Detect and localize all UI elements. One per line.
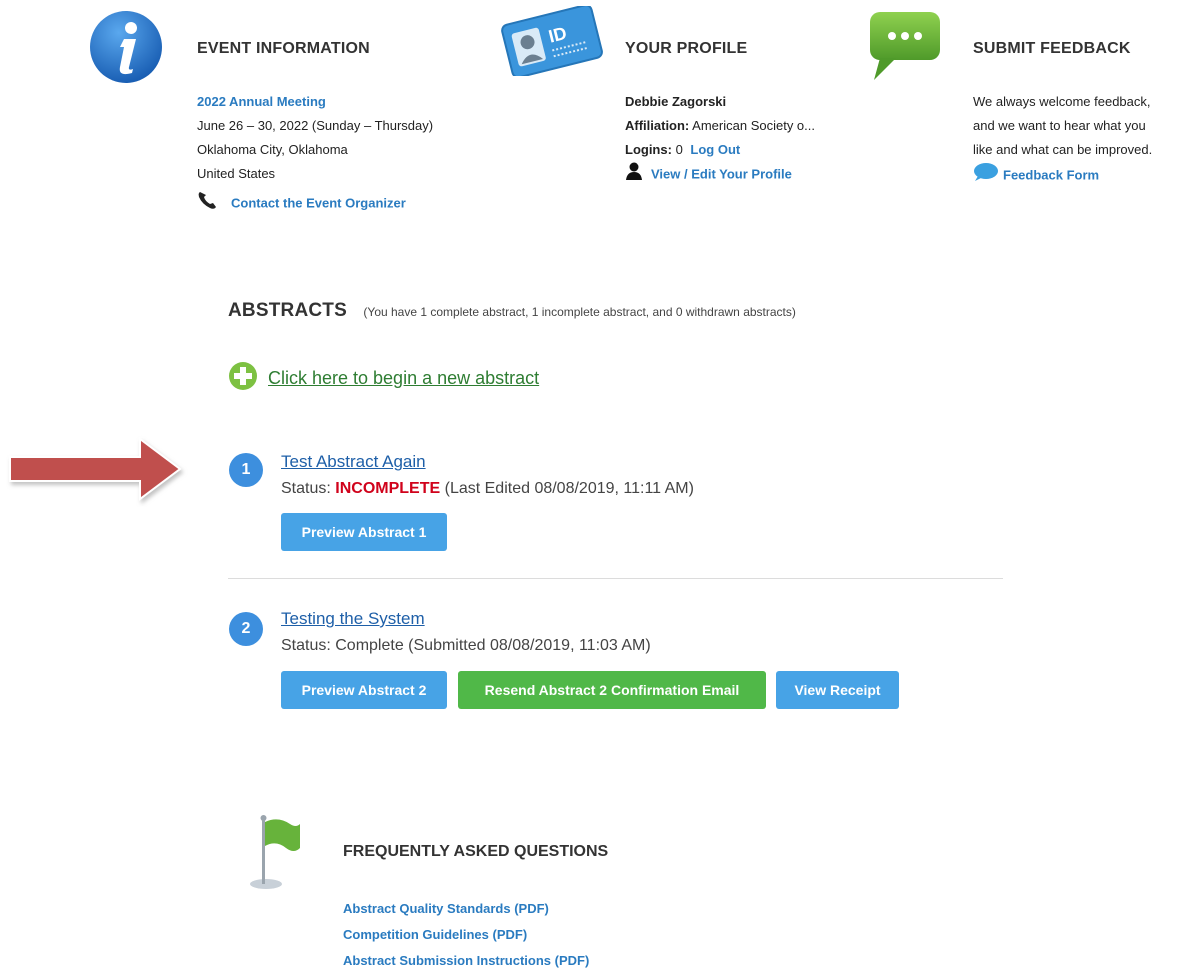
abstracts-title: ABSTRACTS [228, 300, 347, 321]
faq-link-competition-guidelines[interactable]: Competition Guidelines (PDF) [343, 927, 527, 942]
status-label: Status: [281, 480, 331, 497]
logins-value: 0 [675, 142, 683, 157]
abstract-number-badge: 1 [229, 453, 263, 487]
id-card-icon: ID [498, 4, 608, 81]
phone-icon [197, 190, 219, 218]
profile-name: Debbie Zagorski [625, 94, 727, 109]
view-receipt-button[interactable]: View Receipt [776, 671, 899, 709]
affiliation-value: American Society o... [692, 118, 815, 133]
speech-bubble-icon [866, 8, 946, 89]
add-circle-icon[interactable] [228, 361, 258, 396]
abstract-status: Status: Complete (Submitted 08/08/2019, … [281, 637, 651, 654]
feedback-text-2: and we want to hear what you [973, 118, 1146, 133]
annotation-arrow-icon [0, 435, 190, 512]
abstract-title-link[interactable]: Testing the System [281, 609, 425, 629]
status-incomplete-badge: INCOMPLETE [335, 480, 441, 497]
event-dates: June 26 – 30, 2022 (Sunday – Thursday) [197, 118, 434, 133]
meeting-link[interactable]: 2022 Annual Meeting [197, 94, 326, 109]
affiliation-label: Affiliation: [625, 118, 690, 133]
faq-title: FREQUENTLY ASKED QUESTIONS [343, 843, 609, 860]
feedback-text-3: like and what can be improved. [973, 142, 1153, 157]
chat-icon [973, 162, 999, 190]
event-country: United States [197, 166, 276, 181]
preview-abstract-2-button[interactable]: Preview Abstract 2 [281, 671, 447, 709]
abstract-number-badge: 2 [229, 612, 263, 646]
abstract-title-link[interactable]: Test Abstract Again [281, 452, 426, 472]
abstract-status: Status: INCOMPLETE (Last Edited 08/08/20… [281, 480, 694, 498]
feedback-form-link[interactable]: Feedback Form [1003, 167, 1099, 182]
status-detail: (Last Edited 08/08/2019, 11:11 AM) [444, 480, 694, 497]
edit-profile-link[interactable]: View / Edit Your Profile [651, 166, 792, 181]
person-icon [625, 162, 643, 188]
profile-title: YOUR PROFILE [625, 40, 748, 57]
feedback-text-1: We always welcome feedback, [973, 94, 1151, 109]
new-abstract-link[interactable]: Click here to begin a new abstract [268, 368, 539, 389]
info-icon [88, 9, 164, 90]
faq-link-submission-instructions[interactable]: Abstract Submission Instructions (PDF) [343, 953, 589, 968]
resend-confirmation-button[interactable]: Resend Abstract 2 Confirmation Email [458, 671, 766, 709]
divider [228, 578, 1003, 579]
feedback-title: SUBMIT FEEDBACK [973, 40, 1131, 57]
faq-link-quality-standards[interactable]: Abstract Quality Standards (PDF) [343, 901, 549, 916]
preview-abstract-1-button[interactable]: Preview Abstract 1 [281, 513, 447, 551]
contact-organizer-link[interactable]: Contact the Event Organizer [231, 195, 406, 210]
abstracts-summary: (You have 1 complete abstract, 1 incompl… [363, 305, 796, 319]
logins-label: Logins: [625, 142, 672, 157]
event-city: Oklahoma City, Oklahoma [197, 142, 348, 157]
logout-link[interactable]: Log Out [690, 142, 740, 157]
green-flag-icon [244, 812, 304, 897]
event-info-title: EVENT INFORMATION [197, 40, 370, 57]
